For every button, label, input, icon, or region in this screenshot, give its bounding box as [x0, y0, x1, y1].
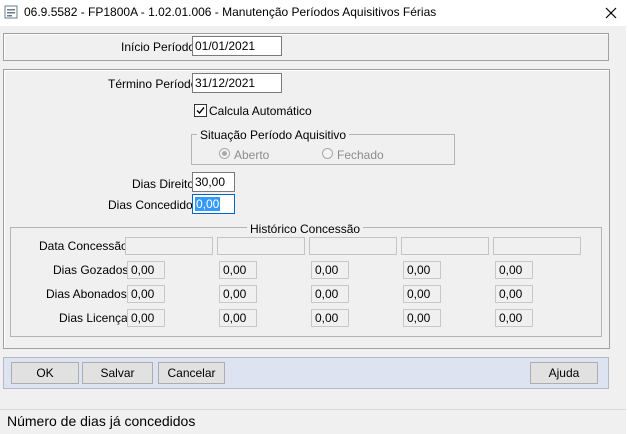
- inicio-periodo-input[interactable]: 01/01/2021: [192, 36, 282, 56]
- dias-concedidos-value: 0,00: [195, 197, 221, 211]
- inicio-periodo-panel: [3, 33, 609, 61]
- dias-abonados-label: Dias Abonados:: [46, 287, 131, 301]
- app-icon: [4, 5, 18, 19]
- dias-gozados-cell-5[interactable]: 0,00: [495, 261, 533, 279]
- dias-direito-label: Dias Direito:: [132, 177, 198, 191]
- data-concessao-cell-2[interactable]: [217, 237, 305, 255]
- dias-abonados-cell-4[interactable]: 0,00: [403, 285, 441, 303]
- dialog-window: 06.9.5582 - FP1800A - 1.02.01.006 - Manu…: [0, 0, 628, 434]
- dias-gozados-cell-1[interactable]: 0,00: [127, 261, 165, 279]
- dias-licenca-cell-2[interactable]: 0,00: [219, 309, 257, 327]
- fechado-label: Fechado: [337, 148, 384, 162]
- close-button[interactable]: [596, 0, 626, 26]
- dias-abonados-cell-5[interactable]: 0,00: [495, 285, 533, 303]
- status-text: Número de dias já concedidos: [7, 413, 196, 429]
- dias-concedidos-label: Dias Concedidos:: [108, 198, 203, 212]
- dias-direito-input[interactable]: 30,00: [192, 172, 235, 192]
- close-icon: [605, 7, 617, 19]
- dias-gozados-cell-4[interactable]: 0,00: [403, 261, 441, 279]
- aberto-label: Aberto: [234, 148, 270, 162]
- dias-concedidos-input[interactable]: 0,00: [192, 194, 235, 214]
- dias-licenca-cell-3[interactable]: 0,00: [311, 309, 349, 327]
- data-concessao-label: Data Concessão:: [39, 239, 132, 253]
- dias-licenca-cell-1[interactable]: 0,00: [127, 309, 165, 327]
- inicio-periodo-label: Início Período:: [121, 40, 199, 54]
- dias-gozados-cell-3[interactable]: 0,00: [311, 261, 349, 279]
- data-concessao-cell-1[interactable]: [125, 237, 213, 255]
- situacao-legend: Situação Período Aquisitivo: [197, 128, 350, 142]
- title-bar: 06.9.5582 - FP1800A - 1.02.01.006 - Manu…: [0, 0, 628, 26]
- status-bar: Número de dias já concedidos: [0, 409, 626, 434]
- termino-periodo-label: Término Período:: [108, 77, 201, 91]
- salvar-button[interactable]: Salvar: [82, 362, 153, 384]
- aberto-radio[interactable]: [219, 148, 230, 159]
- calcula-automatico-label: Calcula Automático: [209, 104, 312, 118]
- data-concessao-cell-3[interactable]: [309, 237, 397, 255]
- data-concessao-cell-4[interactable]: [401, 237, 489, 255]
- checkmark-icon: [196, 107, 205, 115]
- dias-gozados-label: Dias Gozados:: [53, 263, 132, 277]
- ok-button[interactable]: OK: [11, 362, 79, 384]
- dias-abonados-cell-1[interactable]: 0,00: [127, 285, 165, 303]
- cancelar-button[interactable]: Cancelar: [158, 362, 225, 384]
- ajuda-button[interactable]: Ajuda: [530, 362, 598, 384]
- dias-abonados-cell-3[interactable]: 0,00: [311, 285, 349, 303]
- historico-legend: Histórico Concessão: [247, 222, 364, 236]
- dias-abonados-cell-2[interactable]: 0,00: [219, 285, 257, 303]
- fechado-radio[interactable]: [322, 148, 333, 159]
- termino-periodo-input[interactable]: 31/12/2021: [192, 73, 282, 93]
- calcula-automatico-checkbox[interactable]: [194, 104, 207, 117]
- dias-gozados-cell-2[interactable]: 0,00: [219, 261, 257, 279]
- dias-licenca-cell-5[interactable]: 0,00: [495, 309, 533, 327]
- dias-licenca-cell-4[interactable]: 0,00: [403, 309, 441, 327]
- window-title: 06.9.5582 - FP1800A - 1.02.01.006 - Manu…: [24, 5, 437, 19]
- data-concessao-cell-5[interactable]: [493, 237, 581, 255]
- dias-licenca-label: Dias Licença:: [59, 311, 132, 325]
